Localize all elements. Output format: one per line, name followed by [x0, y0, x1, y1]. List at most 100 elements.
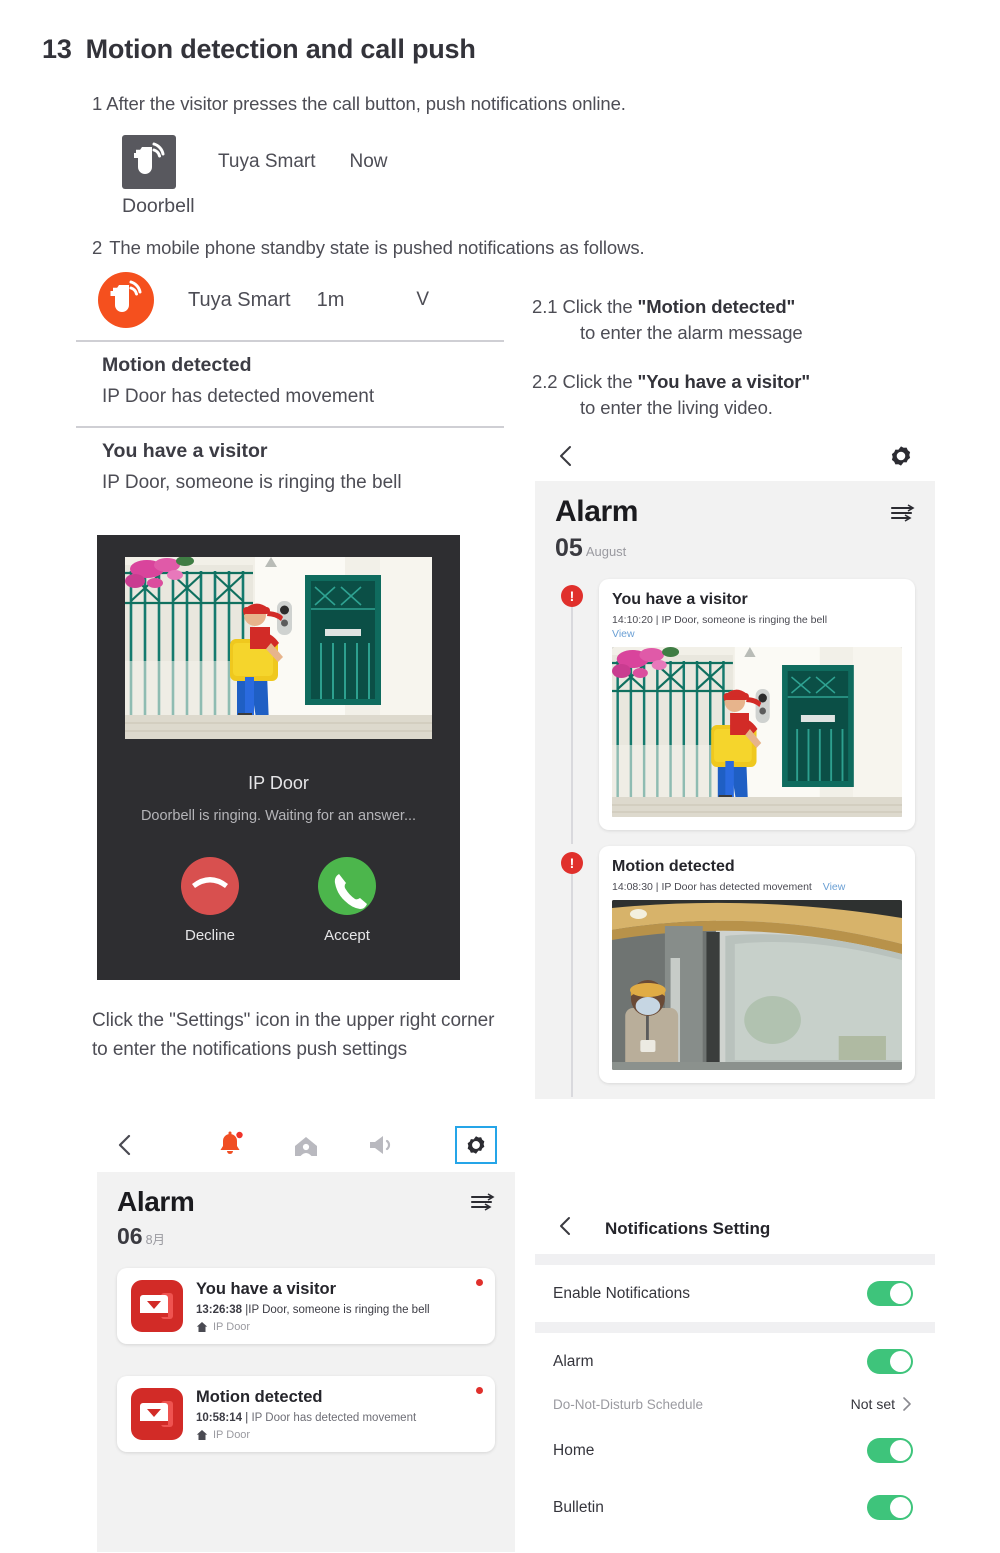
setting-label: Bulletin	[553, 1498, 604, 1516]
setting-row-bulletin[interactable]: Bulletin	[535, 1479, 935, 1536]
timeline-rail	[571, 589, 573, 844]
home-person-icon[interactable]	[268, 1131, 344, 1159]
alarm-list-panel: Alarm 06 8月 You have a visitor 13:26:38 …	[97, 1172, 515, 1552]
instruction-line2: to enter the alarm message	[580, 322, 803, 344]
incoming-call-screen: IP Door Doorbell is ringing. Waiting for…	[97, 535, 460, 980]
list-item-device: IP Door	[196, 1429, 481, 1441]
setting-row-alarm[interactable]: Alarm	[535, 1333, 935, 1390]
view-link[interactable]: View	[612, 628, 635, 640]
section-title: Motion detection and call push	[85, 34, 476, 64]
setting-row-enable-notifications[interactable]: Enable Notifications	[535, 1265, 935, 1322]
step-2-text: 2 The mobile phone standby state is pushe…	[92, 237, 645, 259]
alarm-card-thumbnail[interactable]	[612, 647, 902, 817]
list-item[interactable]: You have a visitor 13:26:38 |IP Door, so…	[117, 1268, 495, 1351]
list-item-detail: IP Door has detected movement	[251, 1412, 417, 1424]
setting-label: Home	[553, 1441, 595, 1459]
setting-row-dnd-schedule[interactable]: Do-Not-Disturb Schedule Not set	[535, 1390, 935, 1422]
view-link[interactable]: View	[823, 881, 846, 893]
filter-list-icon[interactable]	[469, 1192, 495, 1217]
alarm-card[interactable]: Motion detected 14:08:30 | IP Door has d…	[599, 846, 915, 1083]
lockscreen-time: 1m	[316, 288, 345, 311]
page-title: 13 Motion detection and call push	[42, 34, 476, 65]
list-item-detail: IP Door, someone is ringing the bell	[248, 1304, 430, 1316]
alarm-card-title: You have a visitor	[612, 591, 748, 608]
instruction-before: Click the	[562, 296, 638, 317]
dnd-value: Not set	[850, 1396, 895, 1412]
notification-subtitle: IP Door, someone is ringing the bell	[102, 472, 402, 493]
notifications-setting-title: Notifications Setting	[605, 1218, 771, 1238]
list-item-title: You have a visitor	[196, 1280, 336, 1298]
notification-title: Motion detected	[102, 354, 252, 376]
instruction-quote: "You have a visitor"	[637, 371, 811, 392]
setting-label: Alarm	[553, 1352, 594, 1370]
list-item-time: 10:58:14	[196, 1412, 243, 1424]
alert-badge-icon: !	[561, 852, 583, 874]
lockscreen-notification-group: Tuya Smart 1m V Motion detected IP Door …	[76, 272, 504, 500]
tuya-logo-icon	[122, 135, 176, 189]
accept-call-button[interactable]	[318, 857, 376, 915]
chevron-down-icon[interactable]: V	[416, 289, 429, 311]
phone-icon	[334, 874, 367, 909]
gear-icon[interactable]	[455, 1126, 498, 1164]
timeline-entry: ! You have a visitor 14:10:20 | IP Door,…	[555, 579, 915, 844]
alarm-card-thumbnail[interactable]	[612, 900, 902, 1070]
home-toggle[interactable]	[867, 1438, 913, 1463]
list-item-device: IP Door	[196, 1321, 481, 1333]
call-status-text: Doorbell is ringing. Waiting for an answ…	[140, 808, 417, 824]
lockscreen-item-visitor[interactable]: You have a visitor IP Door, someone is r…	[76, 428, 504, 500]
step-1-text: 1 After the visitor presses the call but…	[92, 93, 626, 114]
decline-call-control[interactable]: Decline	[145, 857, 275, 944]
notification-title: You have a visitor	[102, 440, 268, 462]
speaker-icon[interactable]	[344, 1132, 420, 1158]
step-2-body: The mobile phone standby state is pushed…	[109, 237, 645, 258]
alarm-card-meta: 14:10:20 | IP Door, someone is ringing t…	[612, 614, 902, 626]
timeline-entry: ! Motion detected 14:08:30 | IP Door has…	[555, 846, 915, 1097]
section-number: 13	[42, 34, 72, 64]
alarm-day: 06	[117, 1223, 143, 1249]
filter-list-icon[interactable]	[889, 503, 915, 528]
device-name: IP Door	[213, 1429, 251, 1441]
accept-call-control[interactable]: Accept	[282, 857, 412, 944]
banner-time: Now	[349, 151, 388, 172]
instruction-2-2: 2.2 Click the "You have a visitor" to en…	[532, 369, 810, 422]
lockscreen-item-motion[interactable]: Motion detected IP Door has detected mov…	[76, 342, 504, 414]
list-item[interactable]: Motion detected 10:58:14 | IP Door has d…	[117, 1376, 495, 1459]
banner-notification: Tuya Smart Now	[122, 135, 388, 189]
left-phone-screen: Alarm 06 8月 You have a visitor 13:26:38 …	[97, 1118, 515, 1552]
decline-call-button[interactable]	[181, 857, 239, 915]
accept-label: Accept	[324, 927, 370, 944]
alarm-detail-panel: Alarm 05 August ! You have a visitor 14:…	[535, 481, 935, 1099]
alarm-toggle[interactable]	[867, 1349, 913, 1374]
alarm-panel-title: Alarm	[555, 495, 639, 528]
gear-icon[interactable]	[889, 444, 913, 473]
alarm-card-time: 14:08:30	[612, 881, 653, 893]
alarm-card-title: Motion detected	[612, 858, 735, 875]
alarm-month: 8月	[145, 1233, 166, 1247]
alert-badge-icon: !	[561, 585, 583, 607]
list-item-title: Motion detected	[196, 1388, 323, 1406]
back-chevron-icon[interactable]	[557, 444, 575, 473]
alarm-card[interactable]: You have a visitor 14:10:20 | IP Door, s…	[599, 579, 915, 830]
bell-alert-icon[interactable]	[191, 1130, 267, 1160]
enable-notifications-toggle[interactable]	[867, 1281, 913, 1306]
alarm-topbar	[535, 435, 935, 481]
settings-instruction-text: Click the "Settings" icon in the upper r…	[92, 1010, 495, 1061]
phone-hangup-icon	[192, 877, 228, 888]
setting-row-home[interactable]: Home	[535, 1422, 935, 1479]
setting-label: Enable Notifications	[553, 1284, 690, 1302]
instruction-quote: "Motion detected"	[637, 296, 796, 317]
notifications-setting-header: Notifications Setting	[535, 1205, 935, 1254]
chevron-right-icon	[903, 1397, 911, 1411]
alarm-card-detail: IP Door has detected movement	[661, 881, 812, 893]
call-device-name: IP Door	[248, 773, 309, 793]
list-item-subtitle: 10:58:14 | IP Door has detected movement	[196, 1412, 481, 1424]
back-chevron-icon[interactable]	[557, 1215, 573, 1242]
lockscreen-notification-header[interactable]: Tuya Smart 1m V	[76, 272, 504, 328]
bulletin-toggle[interactable]	[867, 1495, 913, 1520]
back-chevron-icon[interactable]	[115, 1133, 191, 1157]
doorbell-device-icon	[131, 1388, 183, 1440]
setting-value: Not set	[851, 1396, 913, 1412]
alarm-day: 05	[555, 534, 583, 562]
alarm-month: August	[585, 544, 627, 559]
alarm-date: 05 August	[555, 534, 638, 563]
